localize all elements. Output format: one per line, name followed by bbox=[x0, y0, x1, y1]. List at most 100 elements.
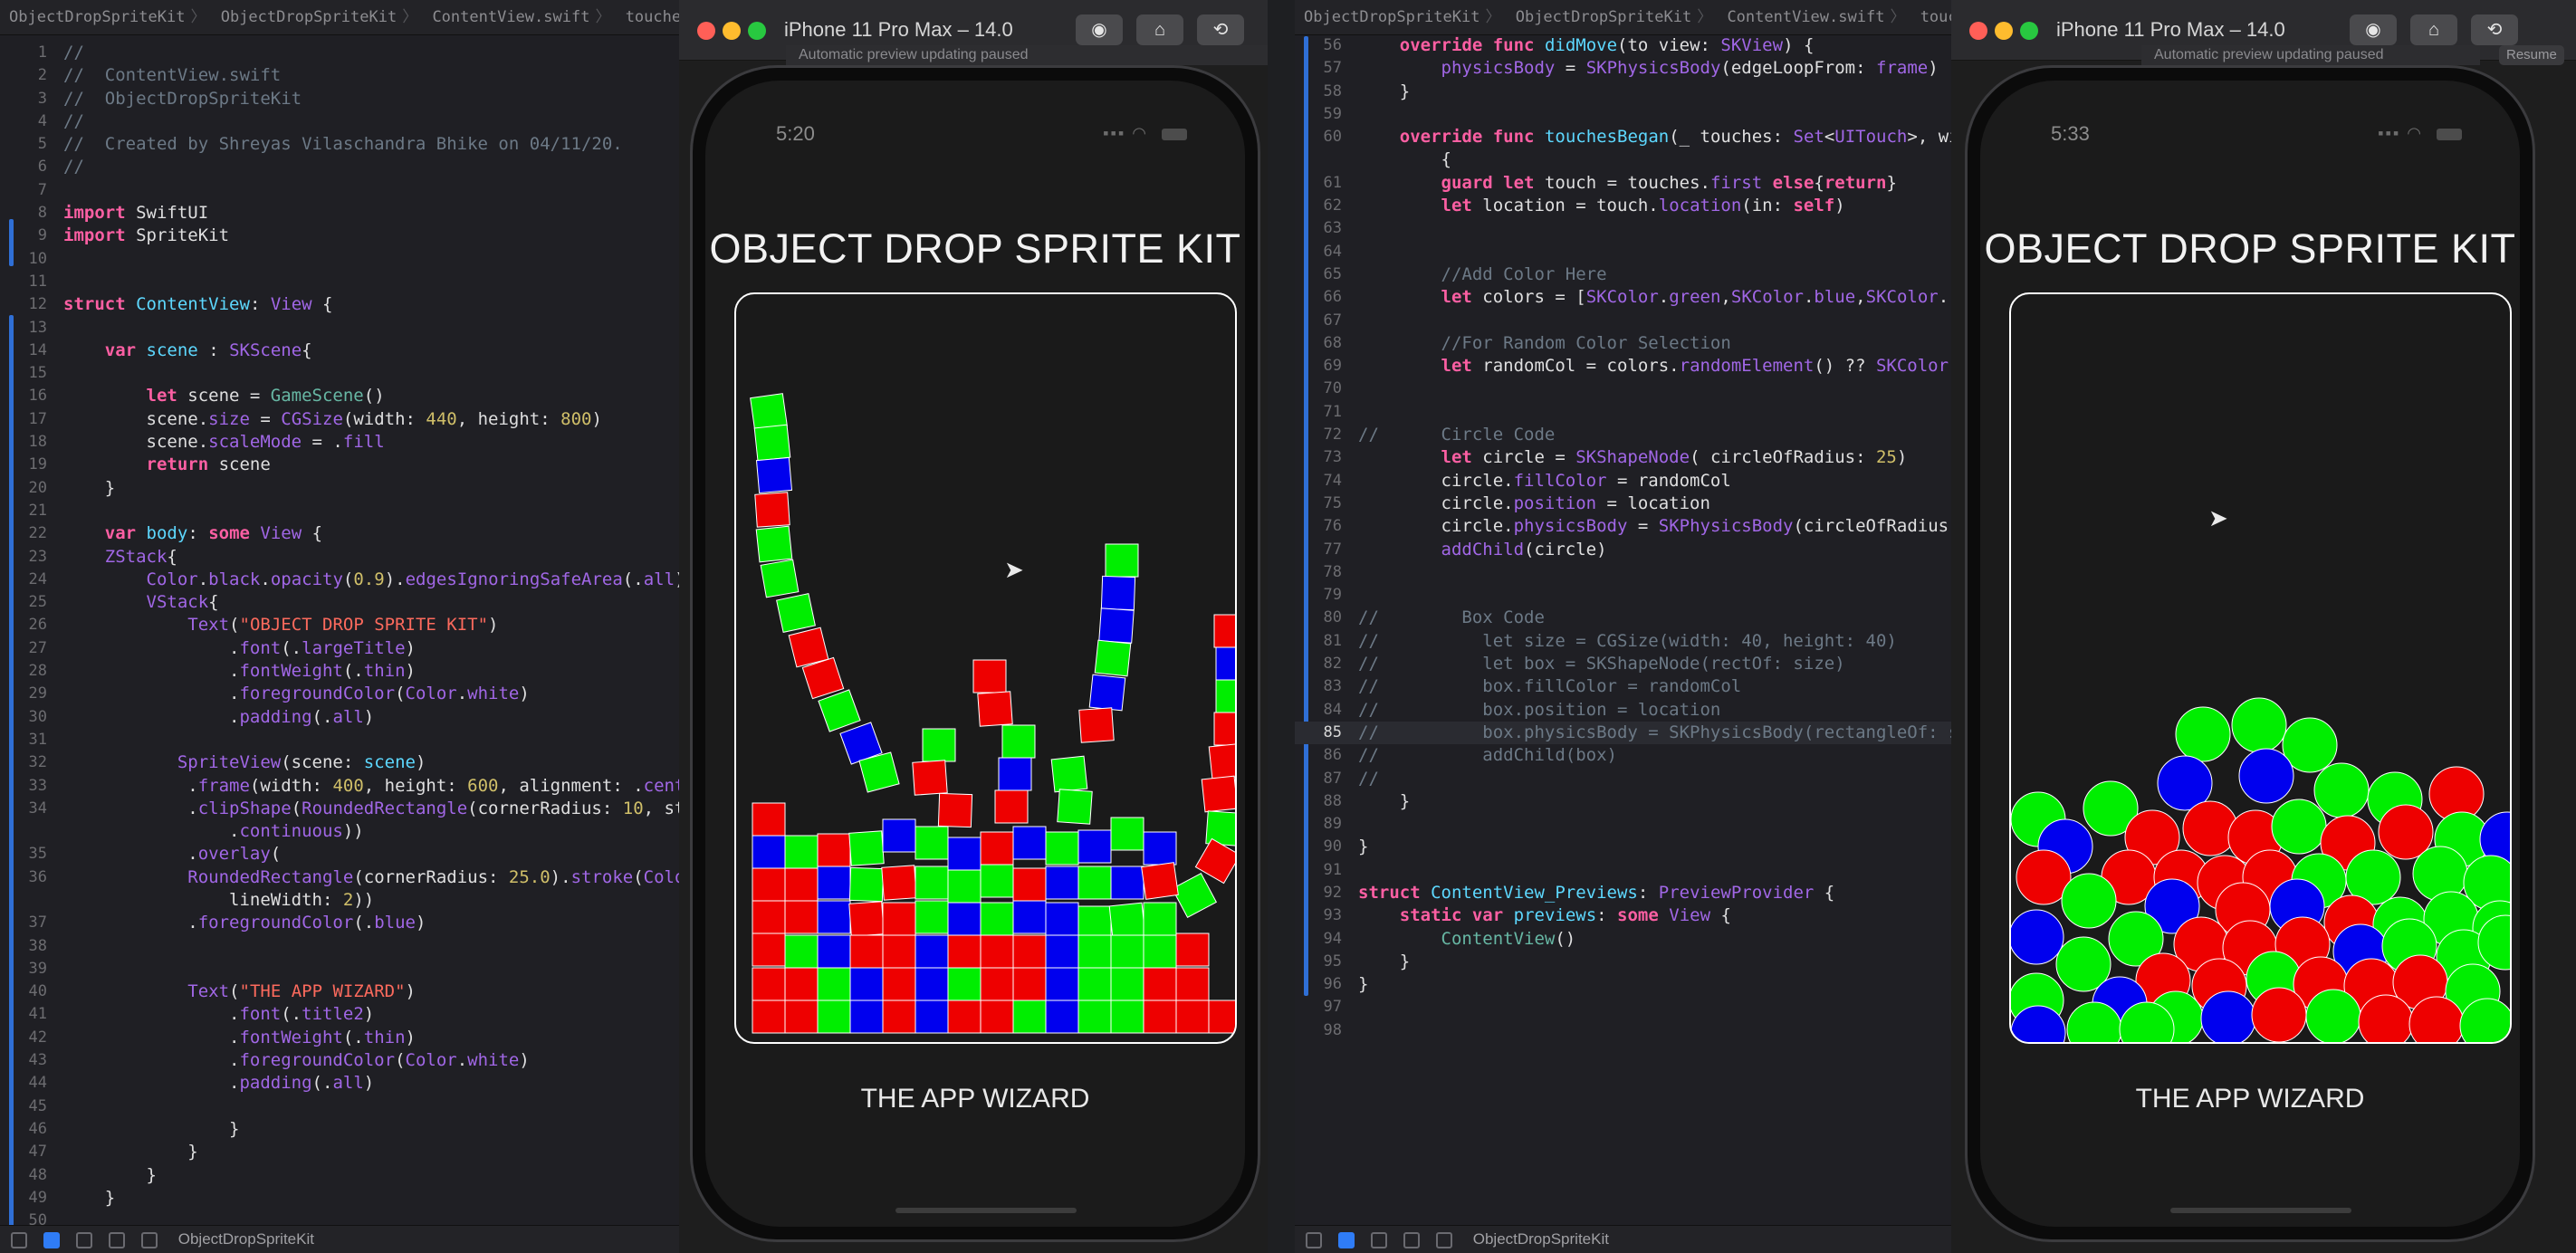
breadcrumb-group[interactable]: ObjectDropSpriteKit bbox=[221, 8, 397, 26]
code-text[interactable]: let colors = [SKColor.green,SKColor.blue… bbox=[1358, 286, 1980, 309]
code-line[interactable]: 94 ContentView() bbox=[1295, 928, 1983, 951]
sprite-scene-circles[interactable] bbox=[2011, 294, 2510, 1042]
code-line[interactable]: 96} bbox=[1295, 973, 1983, 996]
code-text[interactable]: .foregroundColor(.blue) bbox=[63, 912, 426, 934]
code-text[interactable]: .continuous)) bbox=[63, 820, 364, 843]
code-line[interactable]: 85 // box.physicsBody = SKPhysicsBody(rec… bbox=[1295, 721, 1983, 745]
zoom-button[interactable] bbox=[2020, 22, 2038, 40]
code-line[interactable]: 23 ZStack{ bbox=[0, 546, 706, 569]
sprite-scene-boxes[interactable] bbox=[736, 294, 1235, 1042]
code-line[interactable]: 78 bbox=[1295, 561, 1983, 584]
code-text[interactable]: let location = touch.location(in: self) bbox=[1358, 195, 1845, 217]
code-text[interactable]: // Box Code bbox=[1358, 607, 1545, 629]
code-line[interactable]: 1 // bbox=[0, 42, 706, 64]
code-line[interactable]: 33 .frame(width: 400, height: 600, align… bbox=[0, 775, 706, 798]
code-text[interactable]: ZStack{ bbox=[63, 546, 177, 569]
code-line[interactable]: 81 // let size = CGSize(width: 40, height… bbox=[1295, 630, 1983, 653]
code-line[interactable]: 44 .padding(.all) bbox=[0, 1072, 706, 1095]
code-line[interactable]: 71 bbox=[1295, 401, 1983, 424]
code-line[interactable]: 68 //For Random Color Selection bbox=[1295, 332, 1983, 355]
code-text[interactable]: .fontWeight(.thin) bbox=[63, 1027, 416, 1049]
breadcrumb-group[interactable]: ObjectDropSpriteKit bbox=[1516, 8, 1691, 26]
code-text[interactable]: } bbox=[1358, 836, 1368, 858]
code-line[interactable]: 32 SpriteView(scene: scene) bbox=[0, 751, 706, 774]
rotate-button[interactable]: ⟲ bbox=[2471, 14, 2518, 45]
code-text[interactable]: // let size = CGSize(width: 40, height: … bbox=[1358, 630, 1897, 653]
right-code-lines[interactable]: 56 override func didMove(to view: SKView… bbox=[1295, 34, 1983, 1042]
code-line[interactable]: 74 circle.fillColor = randomCol bbox=[1295, 470, 1983, 493]
code-line[interactable]: 12 struct ContentView: View { bbox=[0, 293, 706, 316]
code-line[interactable]: 7 bbox=[0, 179, 706, 202]
code-text[interactable]: struct ContentView_Previews: PreviewProv… bbox=[1358, 882, 1834, 904]
code-line[interactable]: 29 .foregroundColor(Color.white) bbox=[0, 683, 706, 705]
code-line[interactable]: 8 import SwiftUI bbox=[0, 202, 706, 225]
zoom-button[interactable] bbox=[748, 22, 766, 40]
sprite-view[interactable] bbox=[2009, 292, 2512, 1044]
code-line[interactable]: 45 bbox=[0, 1095, 706, 1118]
screenshot-button[interactable]: ◉ bbox=[1076, 14, 1123, 45]
code-line[interactable]: 41 .font(.title2) bbox=[0, 1003, 706, 1026]
code-line[interactable]: 31 bbox=[0, 729, 706, 751]
minimize-button[interactable] bbox=[1995, 22, 2013, 40]
code-text[interactable]: } bbox=[63, 1141, 197, 1163]
code-line[interactable]: 9 import SpriteKit bbox=[0, 225, 706, 247]
code-line[interactable]: 82 // let box = SKShapeNode(rectOf: size) bbox=[1295, 653, 1983, 675]
code-text[interactable]: circle.physicsBody = SKPhysicsBody(circl… bbox=[1358, 515, 1980, 538]
code-text[interactable]: .padding(.all) bbox=[63, 1072, 374, 1095]
code-line[interactable]: 14 var scene : SKScene{ bbox=[0, 340, 706, 362]
code-line[interactable]: 48 } bbox=[0, 1164, 706, 1187]
code-line[interactable]: 27 .font(.largeTitle) bbox=[0, 637, 706, 660]
breadcrumb-file[interactable]: ContentView.swift bbox=[1727, 8, 1884, 26]
code-text[interactable]: } bbox=[63, 477, 115, 500]
code-text[interactable]: .font(.largeTitle) bbox=[63, 637, 416, 660]
code-line[interactable]: 43 .foregroundColor(Color.white) bbox=[0, 1049, 706, 1072]
code-line[interactable]: 59 bbox=[1295, 103, 1983, 126]
code-line[interactable]: 66 let colors = [SKColor.green,SKColor.b… bbox=[1295, 286, 1983, 309]
code-text[interactable]: // box.physicsBody = SKPhysicsBody(recta… bbox=[1358, 722, 1979, 744]
code-line[interactable]: 79 bbox=[1295, 584, 1983, 607]
code-line[interactable]: lineWidth: 2)) bbox=[0, 889, 706, 912]
code-line[interactable]: 73 let circle = SKShapeNode( circleOfRad… bbox=[1295, 446, 1983, 469]
step-icon[interactable] bbox=[109, 1231, 125, 1248]
code-text[interactable]: } bbox=[1358, 81, 1410, 103]
code-text[interactable]: RoundedRectangle(cornerRadius: 25.0).str… bbox=[63, 866, 706, 889]
left-code-editor[interactable]: ObjectDropSpriteKit 〉 ObjectDropSpriteKit… bbox=[0, 0, 706, 1253]
home-indicator[interactable] bbox=[895, 1208, 1077, 1213]
code-line[interactable]: 46 } bbox=[0, 1118, 706, 1141]
code-line[interactable]: 17 scene.size = CGSize(width: 440, heigh… bbox=[0, 408, 706, 431]
code-line[interactable]: 77 addChild(circle) bbox=[1295, 539, 1983, 561]
left-jump-bar[interactable]: ObjectDropSpriteKit 〉 ObjectDropSpriteKit… bbox=[0, 0, 706, 35]
code-text[interactable]: let circle = SKShapeNode( circleOfRadius… bbox=[1358, 446, 1908, 469]
code-text[interactable]: Color.black.opacity(0.9).edgesIgnoringSa… bbox=[63, 569, 685, 591]
code-text[interactable]: .padding(.all) bbox=[63, 706, 374, 729]
code-text[interactable]: circle.fillColor = randomCol bbox=[1358, 470, 1731, 493]
code-text[interactable]: addChild(circle) bbox=[1358, 539, 1607, 561]
code-line[interactable]: 47 } bbox=[0, 1141, 706, 1163]
code-text[interactable]: { bbox=[1358, 148, 1451, 171]
code-line[interactable]: 2 // ContentView.swift bbox=[0, 64, 706, 87]
code-text[interactable]: } bbox=[63, 1118, 239, 1141]
code-text[interactable]: Text("OBJECT DROP SPRITE KIT") bbox=[63, 614, 498, 636]
code-line[interactable]: 37 .foregroundColor(.blue) bbox=[0, 912, 706, 934]
code-line[interactable]: 36 RoundedRectangle(cornerRadius: 25.0).… bbox=[0, 866, 706, 889]
code-text[interactable]: static var previews: some View { bbox=[1358, 904, 1731, 927]
code-text[interactable]: scene.scaleMode = .fill bbox=[63, 431, 385, 454]
code-text[interactable]: // Created by Shreyas Vilaschandra Bhike… bbox=[63, 133, 623, 156]
code-line[interactable]: 38 bbox=[0, 935, 706, 958]
code-text[interactable]: //For Random Color Selection bbox=[1358, 332, 1731, 355]
code-line[interactable]: 39 bbox=[0, 958, 706, 980]
code-text[interactable]: } bbox=[1358, 790, 1410, 813]
code-line[interactable]: 67 bbox=[1295, 310, 1983, 332]
sprite-view[interactable] bbox=[734, 292, 1237, 1044]
code-text[interactable]: override func touchesBegan(_ touches: Se… bbox=[1358, 126, 1980, 148]
minimize-button[interactable] bbox=[723, 22, 741, 40]
code-text[interactable]: physicsBody = SKPhysicsBody(edgeLoopFrom… bbox=[1358, 57, 1939, 80]
code-line[interactable]: 6 // bbox=[0, 156, 706, 178]
code-text[interactable]: let randomCol = colors.randomElement() ?… bbox=[1358, 355, 1980, 378]
hide-panel-icon[interactable] bbox=[11, 1231, 27, 1248]
code-line[interactable]: 49 } bbox=[0, 1187, 706, 1210]
code-line[interactable]: 84 // box.position = location bbox=[1295, 699, 1983, 722]
pause-icon[interactable] bbox=[1371, 1231, 1387, 1248]
code-line[interactable]: 70 bbox=[1295, 378, 1983, 400]
code-text[interactable]: struct ContentView: View { bbox=[63, 293, 332, 316]
